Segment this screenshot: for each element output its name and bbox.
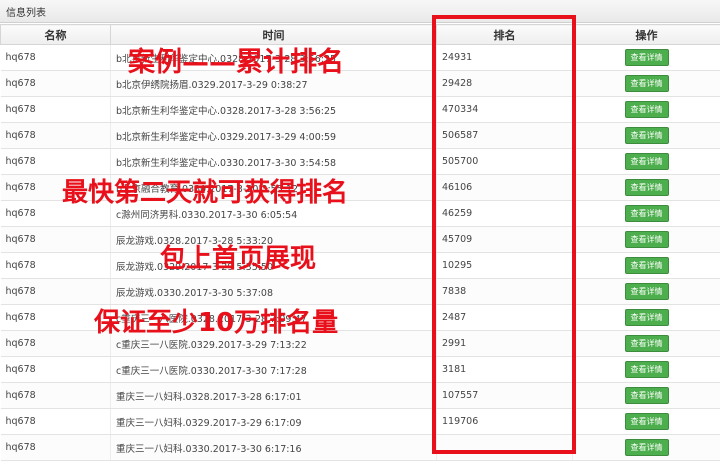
cell-action: 查看详情: [573, 253, 720, 279]
cell-action: 查看详情: [573, 45, 720, 71]
window-title: 信息列表: [6, 4, 46, 19]
table-row: hq678重庆三一八妇科.0329.2017-3-29 6:17:0911970…: [1, 409, 720, 435]
cell-rank: 506587: [437, 123, 573, 149]
view-details-button[interactable]: 查看详情: [625, 153, 669, 170]
cell-rank: 10295: [437, 253, 573, 279]
cell-name: hq678: [1, 357, 111, 383]
cell-name: hq678: [1, 149, 111, 175]
cell-action: 查看详情: [573, 305, 720, 331]
cell-name: hq678: [1, 279, 111, 305]
cell-action: 查看详情: [573, 123, 720, 149]
annotation-rank-next-day: 最快第二天就可获得排名: [62, 172, 348, 209]
cell-rank: 29428: [437, 71, 573, 97]
cell-name: hq678: [1, 123, 111, 149]
view-details-button[interactable]: 查看详情: [625, 439, 669, 456]
view-details-button[interactable]: 查看详情: [625, 361, 669, 378]
cell-name: hq678: [1, 71, 111, 97]
cell-action: 查看详情: [573, 357, 720, 383]
cell-name: hq678: [1, 253, 111, 279]
cell-time: b北京新生利华鉴定中心.0328.2017-3-28 3:56:25: [111, 97, 437, 123]
column-header-name[interactable]: 名称: [1, 25, 111, 45]
cell-rank: [437, 435, 573, 461]
column-header-rank[interactable]: 排名: [437, 25, 573, 45]
cell-action: 查看详情: [573, 149, 720, 175]
view-details-button[interactable]: 查看详情: [625, 231, 669, 248]
cell-time: 辰龙游戏.0330.2017-3-30 5:37:08: [111, 279, 437, 305]
table-row: hq678b北京新生利华鉴定中心.0330.2017-3-30 3:54:585…: [1, 149, 720, 175]
cell-rank: 7838: [437, 279, 573, 305]
table-row: hq678b北京新生利华鉴定中心.0328.2017-3-28 3:56:254…: [1, 97, 720, 123]
cell-action: 查看详情: [573, 331, 720, 357]
cell-action: 查看详情: [573, 279, 720, 305]
cell-time: c重庆三一八医院.0330.2017-3-30 7:17:28: [111, 357, 437, 383]
view-details-button[interactable]: 查看详情: [625, 257, 669, 274]
cell-rank: 3181: [437, 357, 573, 383]
cell-action: 查看详情: [573, 227, 720, 253]
cell-name: hq678: [1, 409, 111, 435]
cell-action: 查看详情: [573, 175, 720, 201]
cell-rank: 45709: [437, 227, 573, 253]
annotation-case-cumulative-rank: 案例——累计排名: [128, 40, 344, 79]
cell-name: hq678: [1, 435, 111, 461]
table-row: hq678辰龙游戏.0328.2017-3-28 5:33:2045709查看详…: [1, 227, 720, 253]
cell-rank: 2991: [437, 331, 573, 357]
cell-time: b北京新生利华鉴定中心.0330.2017-3-30 3:54:58: [111, 149, 437, 175]
table-header-row: 名称 时间 排名 操作: [1, 25, 720, 45]
cell-rank: 24931: [437, 45, 573, 71]
view-details-button[interactable]: 查看详情: [625, 101, 669, 118]
cell-name: hq678: [1, 97, 111, 123]
view-details-button[interactable]: 查看详情: [625, 283, 669, 300]
view-details-button[interactable]: 查看详情: [625, 75, 669, 92]
table-row: hq678辰龙游戏.0329.2017-3-29 5:35:5010295查看详…: [1, 253, 720, 279]
cell-action: 查看详情: [573, 71, 720, 97]
table-row: hq678b北京新生利华鉴定中心.0329.2017-3-29 4:00:595…: [1, 123, 720, 149]
cell-name: hq678: [1, 383, 111, 409]
cell-rank: 107557: [437, 383, 573, 409]
annotation-rank-volume-guarantee: 保证至少10万排名量: [94, 302, 338, 339]
table-row: hq678c重庆三一八医院.0330.2017-3-30 7:17:283181…: [1, 357, 720, 383]
cell-rank: 2487: [437, 305, 573, 331]
view-details-button[interactable]: 查看详情: [625, 335, 669, 352]
cell-name: hq678: [1, 45, 111, 71]
cell-rank: 470334: [437, 97, 573, 123]
view-details-button[interactable]: 查看详情: [625, 127, 669, 144]
cell-rank: 119706: [437, 409, 573, 435]
table-row: hq678b北京新生利华鉴定中心.0328.2017-3-28 3:56:252…: [1, 45, 720, 71]
annotation-homepage-display: 包上首页展现: [160, 238, 316, 275]
cell-name: hq678: [1, 227, 111, 253]
view-details-button[interactable]: 查看详情: [625, 413, 669, 430]
view-details-button[interactable]: 查看详情: [625, 205, 669, 222]
cell-time: 重庆三一八妇科.0329.2017-3-29 6:17:09: [111, 409, 437, 435]
cell-time: b北京新生利华鉴定中心.0329.2017-3-29 4:00:59: [111, 123, 437, 149]
view-details-button[interactable]: 查看详情: [625, 179, 669, 196]
cell-rank: 46106: [437, 175, 573, 201]
cell-rank: 46259: [437, 201, 573, 227]
cell-time: 重庆三一八妇科.0328.2017-3-28 6:17:01: [111, 383, 437, 409]
table-row: hq678重庆三一八妇科.0330.2017-3-30 6:17:16 查看详情: [1, 435, 720, 461]
view-details-button[interactable]: 查看详情: [625, 49, 669, 66]
table-row: hq678重庆三一八妇科.0328.2017-3-28 6:17:0110755…: [1, 383, 720, 409]
table-row: hq678辰龙游戏.0330.2017-3-30 5:37:087838 查看详情: [1, 279, 720, 305]
info-table: 名称 时间 排名 操作 hq678b北京新生利华鉴定中心.0328.2017-3…: [0, 24, 720, 461]
cell-action: 查看详情: [573, 409, 720, 435]
view-details-button[interactable]: 查看详情: [625, 309, 669, 326]
cell-action: 查看详情: [573, 201, 720, 227]
view-details-button[interactable]: 查看详情: [625, 387, 669, 404]
cell-action: 查看详情: [573, 97, 720, 123]
cell-rank: 505700: [437, 149, 573, 175]
table-row: hq678b北京伊绣院扬眉.0329.2017-3-29 0:38:272942…: [1, 71, 720, 97]
column-header-action: 操作: [573, 25, 720, 45]
cell-action: 查看详情: [573, 383, 720, 409]
cell-time: 重庆三一八妇科.0330.2017-3-30 6:17:16: [111, 435, 437, 461]
cell-action: 查看详情: [573, 435, 720, 461]
window-titlebar: 信息列表: [0, 0, 720, 23]
